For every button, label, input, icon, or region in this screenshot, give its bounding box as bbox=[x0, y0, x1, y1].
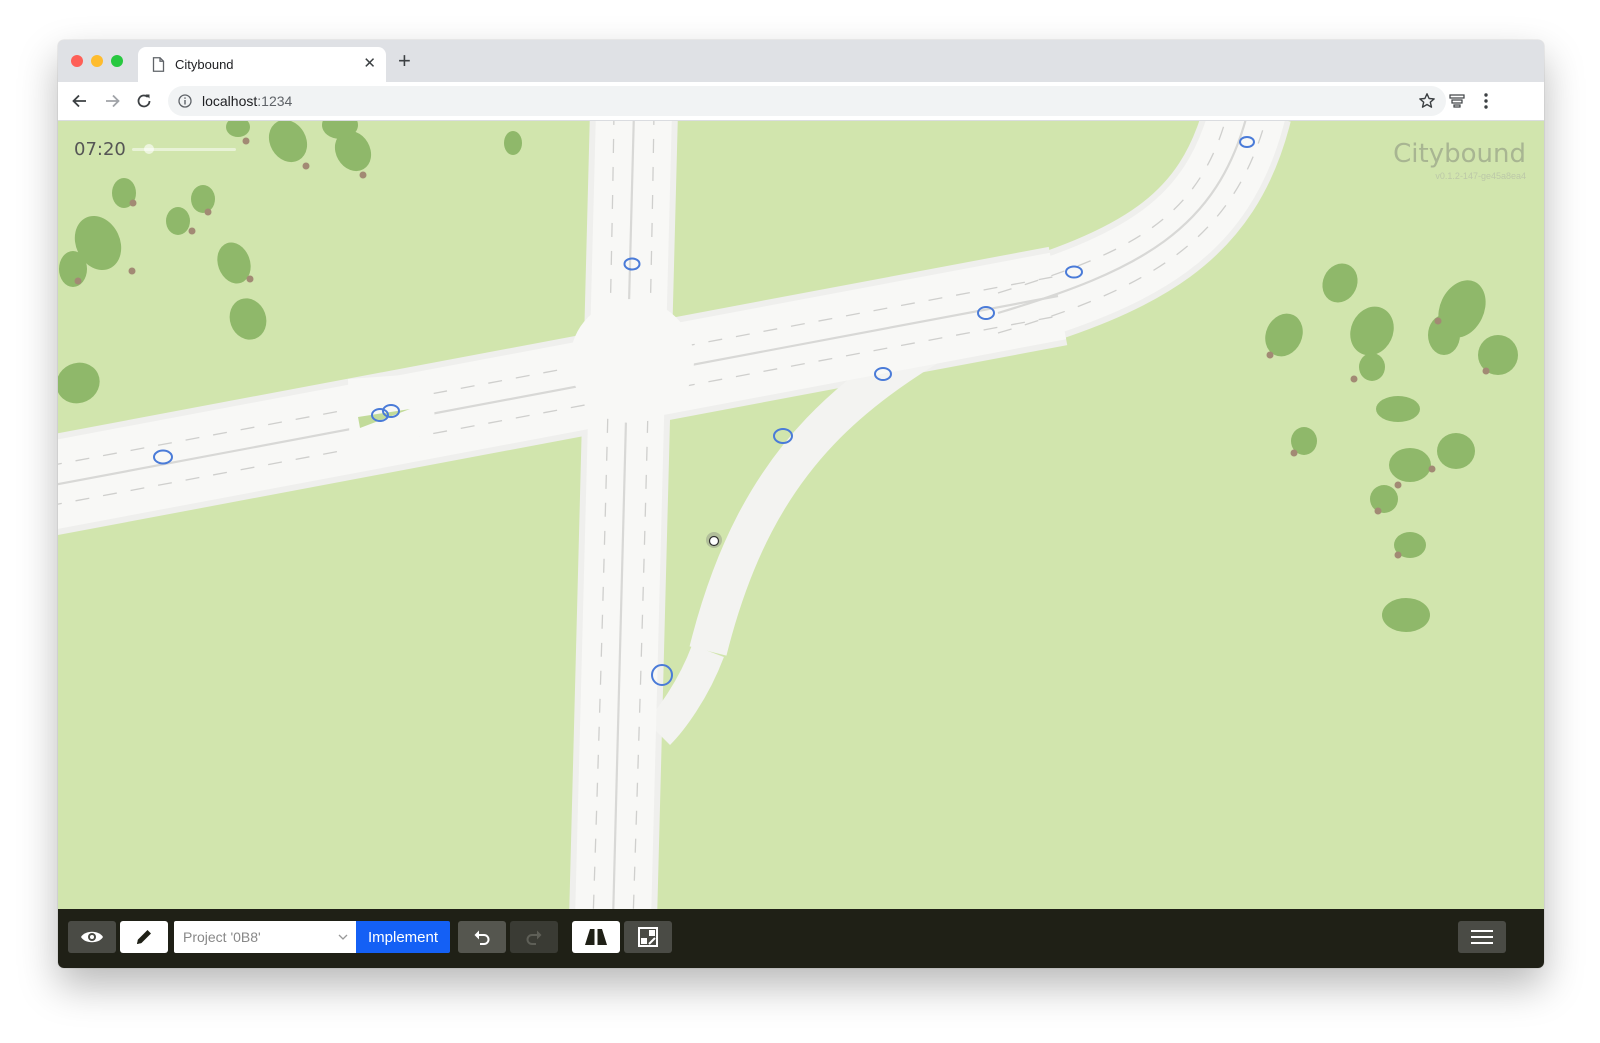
browser-window: Citybound ✕ + localhost:1234 07:20 Cityb… bbox=[58, 40, 1544, 968]
edit-mode-button[interactable] bbox=[120, 921, 168, 953]
maximize-window-button[interactable] bbox=[111, 55, 123, 67]
pencil-icon bbox=[137, 930, 151, 944]
close-icon[interactable]: ✕ bbox=[363, 55, 376, 73]
project-select[interactable]: Project '0B8' bbox=[174, 921, 356, 953]
browser-toolbar: localhost:1234 bbox=[58, 82, 1544, 121]
game-map-viewport[interactable]: 07:20 Citybound v0.1.2-147-ge45a8ea4 bbox=[58, 121, 1544, 909]
road-network bbox=[58, 121, 1291, 909]
chevron-down-icon bbox=[338, 934, 348, 940]
tab-bar: Citybound ✕ + bbox=[58, 40, 1544, 82]
hamburger-menu-icon bbox=[1471, 930, 1493, 944]
url-host: localhost bbox=[202, 93, 258, 109]
undo-icon bbox=[474, 930, 490, 945]
more-menu-icon[interactable] bbox=[1482, 91, 1490, 111]
road-ramp-lower bbox=[645, 644, 724, 746]
info-icon[interactable] bbox=[178, 94, 192, 108]
version-label: v0.1.2-147-ge45a8ea4 bbox=[1435, 171, 1526, 181]
time-speed-slider[interactable] bbox=[132, 144, 236, 154]
url-port: :1234 bbox=[257, 93, 293, 109]
zoning-tool-button[interactable] bbox=[624, 921, 672, 953]
bookmark-star-icon[interactable] bbox=[1418, 92, 1436, 110]
hand-cursor-icon bbox=[706, 532, 722, 548]
new-tab-icon[interactable]: + bbox=[398, 49, 411, 73]
road-tool-button[interactable] bbox=[572, 921, 620, 953]
lane-marker bbox=[773, 428, 793, 444]
game-toolbar: Project '0B8' Implement bbox=[58, 909, 1544, 968]
redo-icon bbox=[526, 930, 542, 945]
tab-title: Citybound bbox=[175, 57, 234, 72]
time-speed-knob[interactable] bbox=[144, 144, 154, 154]
brand-logo: Citybound bbox=[1393, 139, 1526, 169]
url-text: localhost:1234 bbox=[202, 93, 292, 109]
view-mode-button[interactable] bbox=[68, 921, 116, 953]
zoning-icon bbox=[638, 927, 658, 947]
implement-button[interactable]: Implement bbox=[356, 921, 450, 953]
forward-arrow-icon[interactable] bbox=[102, 91, 122, 111]
address-bar[interactable]: localhost:1234 bbox=[168, 86, 1446, 116]
eye-icon bbox=[81, 931, 103, 943]
undo-button[interactable] bbox=[458, 921, 506, 953]
redo-button[interactable] bbox=[510, 921, 558, 953]
map-canvas[interactable] bbox=[58, 121, 1544, 909]
back-arrow-icon[interactable] bbox=[70, 91, 90, 111]
page-icon bbox=[152, 57, 165, 72]
minimize-window-button[interactable] bbox=[91, 55, 103, 67]
browser-tab[interactable]: Citybound ✕ bbox=[138, 47, 386, 82]
intersection[interactable] bbox=[570, 299, 694, 423]
extension-icon[interactable] bbox=[1448, 92, 1466, 110]
main-menu-button[interactable] bbox=[1458, 921, 1506, 953]
reload-icon[interactable] bbox=[134, 91, 154, 111]
game-clock: 07:20 bbox=[74, 139, 126, 160]
road-icon bbox=[585, 929, 607, 945]
project-select-value: Project '0B8' bbox=[183, 929, 261, 945]
close-window-button[interactable] bbox=[71, 55, 83, 67]
